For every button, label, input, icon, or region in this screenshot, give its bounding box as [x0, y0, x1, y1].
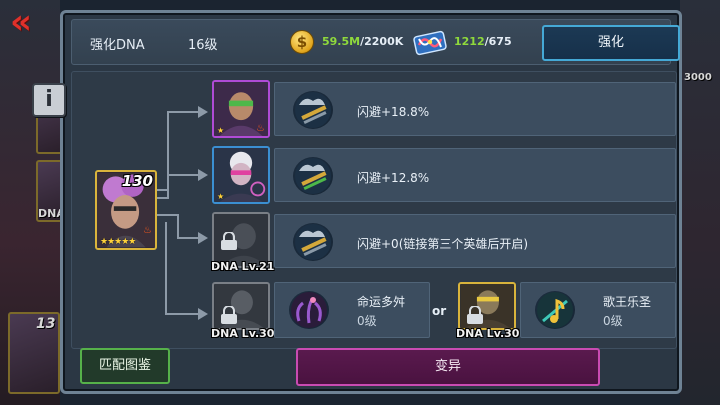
hero-level-badge: 130	[121, 172, 153, 190]
unlock-level-caption: DNA Lv.30	[211, 327, 275, 340]
tentacle-skill-icon	[289, 291, 329, 329]
hero-star-rating: ★★★★★	[100, 237, 136, 247]
fire-element-icon: ♨	[256, 123, 265, 134]
linked-hero-portrait-1[interactable]: ★ ♨	[212, 80, 270, 138]
mutate-button[interactable]: 变异	[296, 348, 600, 386]
hero-star-rating: ★	[217, 192, 224, 201]
mutation-choice-1[interactable]: 命运多舛 0级	[274, 282, 430, 338]
mutation-level: 0级	[357, 314, 377, 328]
lock-icon	[467, 306, 483, 324]
mutation-name: 歌王乐圣	[603, 295, 652, 309]
locked-hero-choice-1[interactable]	[212, 282, 270, 330]
main-hero-portrait[interactable]: 130 ★★★★★ ♨	[95, 170, 157, 250]
slot-bonus-text: 闪避+12.8%	[357, 171, 430, 185]
match-codex-button[interactable]: 匹配图鉴	[80, 348, 170, 384]
dodge-skill-icon	[293, 157, 333, 195]
dna-slot-2: 闪避+12.8%	[274, 148, 676, 202]
hero-star-rating: ★	[217, 126, 224, 135]
locked-hero-choice-2[interactable]	[458, 282, 516, 330]
mutation-choice-2[interactable]: 歌王乐圣 0级	[520, 282, 676, 338]
slot-bonus-text: 闪避+0(链接第三个英雄后开启)	[357, 237, 529, 251]
unlock-level-caption: DNA Lv.30	[456, 327, 520, 340]
music-note-skill-icon	[535, 291, 575, 329]
or-separator: or	[432, 304, 447, 318]
fire-element-icon: ♨	[143, 225, 152, 236]
linked-hero-portrait-2[interactable]: ★	[212, 146, 270, 204]
unlock-level-caption: DNA Lv.21	[211, 260, 275, 273]
dodge-skill-icon	[293, 223, 333, 261]
dodge-skill-icon	[293, 91, 333, 129]
dna-slot-3: 闪避+0(链接第三个英雄后开启)	[274, 214, 676, 268]
mutation-name: 命运多舛	[357, 295, 406, 309]
lock-icon	[221, 232, 237, 250]
mutation-level: 0级	[603, 314, 623, 328]
info-icon[interactable]: i	[32, 83, 66, 117]
slot-bonus-text: 闪避+18.8%	[357, 105, 430, 119]
dna-slot-1: 闪避+18.8%	[274, 82, 676, 136]
lock-icon	[221, 306, 237, 324]
